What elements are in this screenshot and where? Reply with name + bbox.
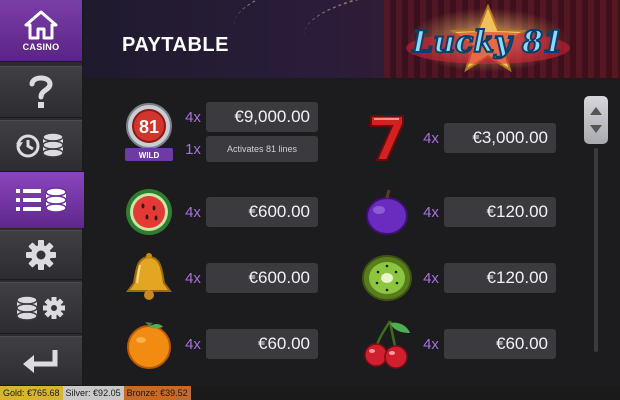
back-button[interactable] — [0, 336, 82, 386]
paytable-button[interactable] — [0, 172, 94, 228]
page-title: PAYTABLE — [122, 34, 229, 56]
plum-icon — [356, 184, 418, 240]
wild-badge: WILD — [139, 151, 160, 160]
back-arrow-icon — [23, 350, 58, 373]
scroll-track[interactable] — [594, 148, 598, 352]
paytable-row-wild: 81 WILD 4x €9,000.00 1x Activates 81 lin… — [118, 102, 318, 162]
paytable-row-watermelon: 4x €600.00 — [118, 184, 318, 240]
history-icon — [16, 132, 64, 158]
multiplier: 4x — [185, 269, 201, 287]
bell-icon — [118, 250, 180, 306]
silver-jackpot: Silver: €92.05 — [62, 386, 124, 400]
scroll-down-icon[interactable] — [590, 125, 602, 133]
paytable-scrollbar[interactable] — [584, 96, 608, 368]
scroll-button[interactable] — [584, 96, 608, 144]
question-icon — [29, 75, 53, 108]
orange-icon — [118, 316, 180, 372]
multiplier: 4x — [185, 203, 201, 221]
settings-button[interactable] — [0, 230, 82, 280]
gear-icon — [26, 240, 56, 270]
kiwi-icon — [356, 250, 418, 306]
sidebar: CASINO — [0, 0, 94, 386]
bet-settings-button[interactable] — [0, 282, 82, 334]
paytable-row-bell: 4x €600.00 — [118, 250, 318, 306]
wild-81-icon: 81 WILD — [118, 103, 180, 161]
paytable-row-cherry: 4x €60.00 — [356, 316, 556, 372]
multiplier: 4x — [185, 335, 201, 353]
multiplier: 4x — [423, 335, 439, 353]
scroll-up-icon[interactable] — [590, 107, 602, 115]
multiplier: 1x — [185, 140, 201, 158]
paytable-row-orange: 4x €60.00 — [118, 316, 318, 372]
home-icon — [24, 10, 58, 39]
casino-home-button[interactable]: CASINO — [0, 0, 82, 62]
paytable-row-kiwi: 4x €120.00 — [356, 250, 556, 306]
multiplier: 4x — [423, 129, 439, 147]
casino-label: CASINO — [22, 41, 60, 52]
paytable-icon — [16, 187, 67, 213]
paytable-panel: 81 WILD 4x €9,000.00 1x Activates 81 lin… — [84, 80, 620, 386]
payout-amount: €3,000.00 — [444, 123, 556, 153]
jackpot-bar: Gold: €765.68 Silver: €92.05 Bronze: €39… — [0, 386, 620, 400]
help-button[interactable] — [0, 66, 82, 118]
svg-text:81: 81 — [139, 117, 159, 137]
payout-amount: €60.00 — [206, 329, 318, 359]
payout-amount: €600.00 — [206, 197, 318, 227]
payout-amount: €9,000.00 — [206, 102, 318, 132]
paytable-row-seven: 4x €3,000.00 — [356, 110, 556, 166]
seven-icon — [356, 110, 418, 166]
lucky-81-logo: Lucky 81 — [406, 4, 570, 73]
multiplier: 4x — [423, 269, 439, 287]
watermelon-icon — [118, 184, 180, 240]
multiplier: 4x — [185, 108, 201, 126]
payout-amount: €600.00 — [206, 263, 318, 293]
multiplier: 4x — [423, 203, 439, 221]
header: PAYTABLE Lucky 81 — [84, 0, 620, 78]
payout-amount: €120.00 — [444, 197, 556, 227]
logo-text: Lucky 81 — [411, 25, 564, 60]
cherry-icon — [356, 316, 418, 372]
paytable-row-plum: 4x €120.00 — [356, 184, 556, 240]
wild-feature-note: Activates 81 lines — [206, 136, 318, 162]
bronze-jackpot: Bronze: €39.52 — [123, 386, 191, 400]
payout-amount: €120.00 — [444, 263, 556, 293]
history-button[interactable] — [0, 120, 82, 172]
payout-amount: €60.00 — [444, 329, 556, 359]
gold-jackpot: Gold: €765.68 — [0, 386, 63, 400]
bet-settings-icon — [16, 295, 65, 321]
